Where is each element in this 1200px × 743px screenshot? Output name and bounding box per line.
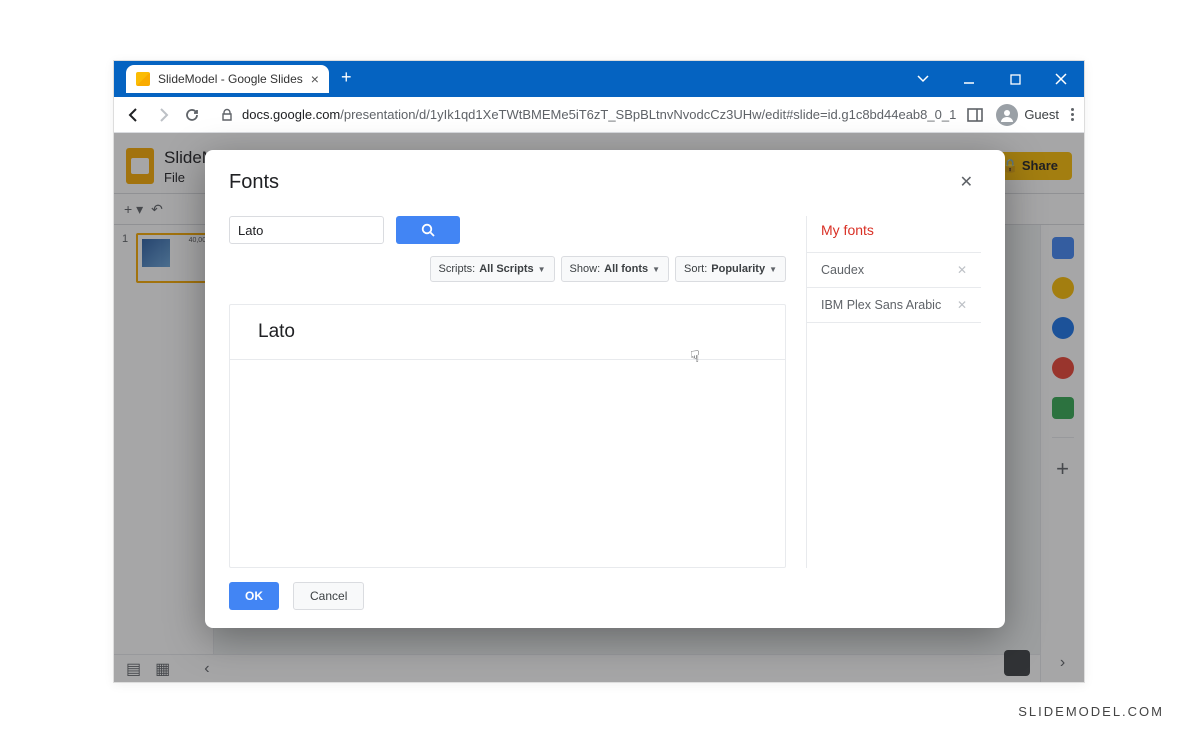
avatar-icon — [996, 104, 1018, 126]
remove-font-icon[interactable]: ✕ — [957, 263, 967, 277]
guest-label: Guest — [1024, 107, 1059, 122]
new-tab-button[interactable]: + — [331, 67, 362, 92]
my-fonts-heading: My fonts — [807, 216, 981, 252]
fonts-dialog: Fonts ✕ Scripts: All Scripts ▼ — [205, 150, 1005, 628]
window-maximize-icon[interactable] — [992, 61, 1038, 97]
url-host: docs.google.com — [242, 107, 340, 122]
sidepanel-icon[interactable] — [966, 106, 984, 124]
window-controls — [900, 61, 1084, 97]
slides-favicon — [136, 72, 150, 86]
dialog-close-button[interactable]: ✕ — [952, 168, 981, 196]
watermark: SLIDEMODEL.COM — [1018, 704, 1164, 719]
search-icon — [421, 223, 436, 238]
url-box[interactable]: docs.google.com/presentation/d/1yIk1qd1X… — [212, 107, 956, 122]
fonts-main-panel: Scripts: All Scripts ▼ Show: All fonts ▼… — [229, 216, 786, 568]
tab-title: SlideModel - Google Slides — [158, 72, 303, 86]
scripts-filter[interactable]: Scripts: All Scripts ▼ — [430, 256, 555, 282]
dialog-title: Fonts — [229, 171, 279, 194]
reload-button[interactable] — [183, 105, 202, 125]
ok-button[interactable]: OK — [229, 582, 279, 610]
my-font-name: Caudex — [821, 263, 864, 277]
font-search-button[interactable] — [396, 216, 460, 244]
cancel-button[interactable]: Cancel — [293, 582, 364, 610]
window-close-icon[interactable] — [1038, 61, 1084, 97]
my-fonts-panel: My fonts Caudex ✕ IBM Plex Sans Arabic ✕ — [806, 216, 981, 568]
url-text: docs.google.com/presentation/d/1yIk1qd1X… — [242, 107, 956, 122]
caret-down-icon: ▼ — [769, 265, 777, 274]
pointer-cursor-icon: ☟ — [690, 347, 700, 367]
my-font-item[interactable]: Caudex ✕ — [807, 252, 981, 287]
titlebar: SlideModel - Google Slides × + — [114, 61, 1084, 97]
font-results[interactable]: Lato☟ — [229, 304, 786, 568]
close-tab-icon[interactable]: × — [311, 72, 319, 86]
show-filter[interactable]: Show: All fonts ▼ — [561, 256, 670, 282]
browser-window: SlideModel - Google Slides × + — [113, 60, 1085, 683]
caret-down-icon: ▼ — [652, 265, 660, 274]
my-font-item[interactable]: IBM Plex Sans Arabic ✕ — [807, 287, 981, 323]
sort-filter[interactable]: Sort: Popularity ▼ — [675, 256, 786, 282]
address-bar: docs.google.com/presentation/d/1yIk1qd1X… — [114, 97, 1084, 133]
caret-down-icon: ▼ — [538, 265, 546, 274]
chrome-menu-icon[interactable] — [1071, 108, 1074, 121]
back-button[interactable] — [124, 105, 143, 125]
profile-chip[interactable]: Guest — [996, 104, 1059, 126]
font-result-row[interactable]: Lato☟ — [230, 305, 785, 360]
remove-font-icon[interactable]: ✕ — [957, 298, 967, 312]
url-path: /presentation/d/1yIk1qd1XeTWtBMEMe5iT6zT… — [340, 107, 956, 122]
window-minimize-icon[interactable] — [946, 61, 992, 97]
my-font-name: IBM Plex Sans Arabic — [821, 298, 941, 312]
browser-tab[interactable]: SlideModel - Google Slides × — [126, 65, 329, 93]
lock-icon — [220, 108, 234, 122]
tab-strip: SlideModel - Google Slides × + — [114, 61, 900, 97]
font-search-input[interactable] — [229, 216, 384, 244]
window-dropdown-icon[interactable] — [900, 61, 946, 97]
addrbar-right: Guest — [966, 104, 1074, 126]
forward-button[interactable] — [153, 105, 172, 125]
